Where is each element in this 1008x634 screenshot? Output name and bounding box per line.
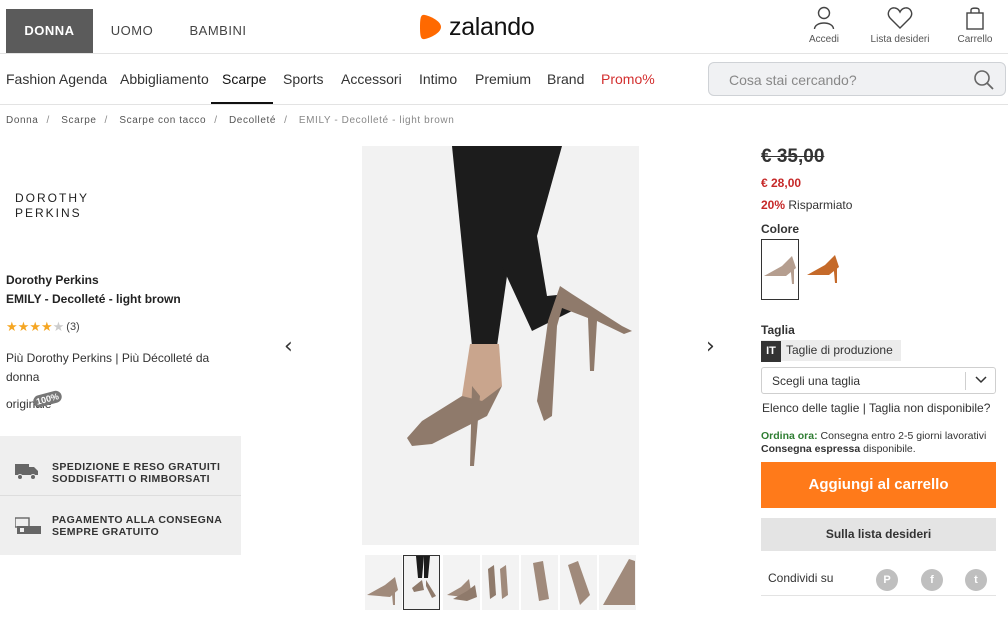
- nav-brand[interactable]: Brand: [547, 71, 584, 87]
- tab-donna[interactable]: DONNA: [6, 9, 93, 53]
- login-button[interactable]: Accedi: [800, 6, 848, 45]
- cart-link[interactable]: Carrello: [952, 6, 998, 45]
- search-input[interactable]: Cosa stai cercando?: [708, 62, 1006, 96]
- size-label: Taglia: [761, 323, 795, 337]
- breadcrumb-item[interactable]: Scarpe con tacco: [119, 115, 206, 126]
- share-bar: Condividi su P f t: [761, 561, 996, 596]
- old-price: € 35,00: [761, 146, 825, 167]
- brand-logo[interactable]: DOROTHY PERKINS: [15, 191, 89, 221]
- heart-icon: [887, 7, 913, 29]
- nav-abbigliamento[interactable]: Abbigliamento: [120, 71, 209, 87]
- rating[interactable]: ★ ★ ★ ★ ★ (3): [6, 319, 80, 334]
- twitter-icon[interactable]: t: [965, 569, 987, 591]
- rating-count: (3): [66, 321, 80, 333]
- bag-icon: [966, 7, 984, 30]
- star-icon: ★: [6, 319, 18, 334]
- brand-logo-line: DOROTHY: [15, 191, 89, 205]
- gallery-next-arrow[interactable]: ›: [706, 334, 715, 359]
- cart-label: Carrello: [957, 34, 993, 45]
- thumbnail[interactable]: [599, 555, 636, 610]
- tab-uomo[interactable]: UOMO: [100, 9, 164, 53]
- breadcrumb-current: EMILY - Decolleté - light brown: [298, 115, 455, 126]
- wishlist-link[interactable]: Lista desideri: [864, 6, 936, 45]
- brand-logo-line: PERKINS: [15, 206, 82, 220]
- user-icon: [813, 6, 835, 30]
- size-select-value: Scegli una taglia: [772, 374, 861, 388]
- thumbnail[interactable]: [560, 555, 597, 610]
- breadcrumb-item[interactable]: Scarpe: [61, 115, 96, 126]
- product-brand[interactable]: Dorothy Perkins: [6, 273, 99, 287]
- discount-label: Risparmiato: [788, 198, 853, 212]
- nav-accessori[interactable]: Accessori: [341, 71, 402, 87]
- zalando-logo-icon: [420, 14, 441, 40]
- more-links[interactable]: Più Dorothy Perkins | Più Décolleté da d…: [6, 349, 236, 387]
- star-empty-icon: ★: [52, 319, 65, 334]
- star-icon: ★: [17, 319, 30, 334]
- pinterest-icon[interactable]: P: [876, 569, 898, 591]
- express-status: disponibile.: [863, 443, 916, 455]
- product-name: EMILY - Decolleté - light brown: [6, 292, 181, 306]
- gallery-prev-arrow[interactable]: ‹: [284, 334, 293, 359]
- tab-bambini[interactable]: BAMBINI: [180, 9, 256, 53]
- thumbnail[interactable]: [365, 555, 402, 610]
- nav-scarpe[interactable]: Scarpe: [222, 71, 266, 87]
- service-row: PAGAMENTO ALLA CONSEGNA SEMPRE GRATUITO: [0, 495, 241, 554]
- login-label: Accedi: [808, 34, 839, 45]
- sale-price: € 28,00: [761, 176, 802, 190]
- nav-premium[interactable]: Premium: [475, 71, 531, 87]
- star-icon: ★: [29, 319, 41, 334]
- chevron-down-icon: [965, 372, 995, 390]
- share-label: Condividi su: [768, 571, 834, 585]
- nav-active-underline: [211, 102, 273, 104]
- top-bar: DONNA UOMO BAMBINI zalando Accedi Lista …: [0, 0, 1008, 54]
- color-label: Colore: [761, 222, 800, 236]
- express-label: Consegna espressa: [761, 443, 861, 455]
- nav-fashion-agenda[interactable]: Fashion Agenda: [6, 71, 107, 87]
- star-icon: ★: [40, 319, 53, 334]
- size-region: IT Taglie di produzione: [761, 340, 901, 362]
- search-placeholder: Cosa stai cercando?: [729, 72, 857, 88]
- color-swatch-selected[interactable]: [761, 239, 799, 300]
- breadcrumb-item[interactable]: Decolleté: [229, 115, 276, 126]
- service-text: PAGAMENTO ALLA CONSEGNA SEMPRE GRATUITO: [52, 514, 222, 538]
- thumbnail-selected[interactable]: [403, 555, 440, 610]
- zalando-logo[interactable]: zalando: [419, 12, 535, 42]
- thumbnail[interactable]: [482, 555, 519, 610]
- add-to-cart-button[interactable]: Aggiungi al carrello: [761, 462, 996, 508]
- add-to-wishlist-button[interactable]: Sulla lista desideri: [761, 518, 996, 551]
- discount-info: 20% Risparmiato: [761, 198, 852, 212]
- size-region-label: Taglie di produzione: [786, 343, 893, 357]
- thumbnail[interactable]: [443, 555, 480, 610]
- size-select[interactable]: Scegli una taglia: [761, 367, 996, 394]
- nav-intimo[interactable]: Intimo: [419, 71, 457, 87]
- search-icon[interactable]: [973, 69, 995, 91]
- service-box: SPEDIZIONE E RESO GRATUITI SODDISFATTI O…: [0, 436, 241, 555]
- service-text: SPEDIZIONE E RESO GRATUITI SODDISFATTI O…: [52, 461, 221, 485]
- product-main-image[interactable]: [362, 146, 639, 545]
- truck-icon: [15, 464, 38, 480]
- standard-delivery: Consegna entro 2-5 giorni lavorativi: [820, 430, 987, 442]
- service-row: SPEDIZIONE E RESO GRATUITI SODDISFATTI O…: [0, 436, 241, 495]
- thumbnail[interactable]: [521, 555, 558, 610]
- color-swatch[interactable]: [805, 239, 843, 300]
- logo-text: zalando: [449, 12, 535, 41]
- facebook-icon[interactable]: f: [921, 569, 943, 591]
- nav-sports[interactable]: Sports: [283, 71, 323, 87]
- discount-percent: 20%: [761, 198, 786, 212]
- size-links[interactable]: Elenco delle taglie | Taglia non disponi…: [762, 401, 990, 415]
- cash-icon: [15, 517, 41, 534]
- order-now-label: Ordina ora:: [761, 430, 818, 442]
- breadcrumb: Donna / Scarpe / Scarpe con tacco / Decolle…: [6, 115, 455, 126]
- product-photo: [362, 146, 639, 545]
- breadcrumb-item[interactable]: Donna: [6, 115, 38, 126]
- delivery-info: Ordina ora: Consegna entro 2-5 giorni la…: [761, 430, 986, 456]
- wishlist-label: Lista desideri: [870, 34, 930, 45]
- size-region-code: IT: [761, 341, 781, 362]
- nav-promo[interactable]: Promo%: [601, 71, 655, 87]
